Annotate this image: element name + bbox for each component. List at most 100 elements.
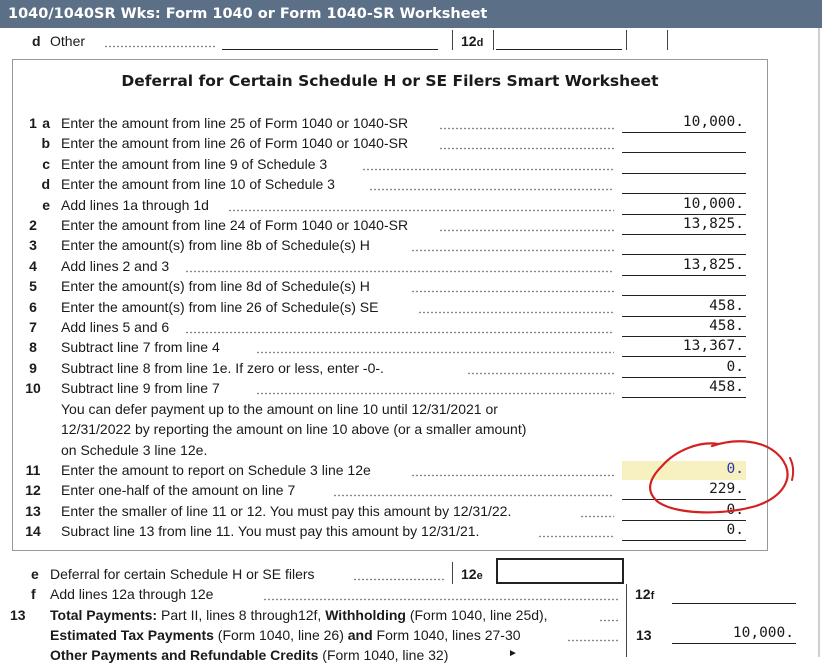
worksheet-line-description: Enter the amount from line 25 of Form 10… (61, 115, 409, 131)
worksheet-line-number: 11 (25, 462, 41, 478)
worksheet-line-number: 2 (29, 217, 37, 233)
worksheet-line-amount-field[interactable]: 458. (622, 318, 746, 337)
leader-dots (599, 619, 619, 622)
worksheet-line-description: Enter the smaller of line 11 or 12. You … (61, 503, 512, 519)
worksheet-line-letter: b (41, 135, 50, 151)
leader-dots (263, 598, 619, 601)
divider (667, 30, 668, 50)
line-14-label: Other Payments and Refundable Credits (F… (50, 647, 449, 663)
worksheet-line-description: Enter the amount from line 10 of Schedul… (61, 176, 335, 192)
line-12d-label: Other (50, 33, 86, 49)
worksheet-note-line: 12/31/2022 by reporting the amount on li… (61, 421, 527, 438)
line-12f-letter: f (31, 586, 36, 602)
line-12d-description-field[interactable] (222, 31, 438, 50)
worksheet-line-amount-field[interactable]: 0. (622, 522, 746, 541)
worksheet-line-description: Enter the amount from line 26 of Form 10… (61, 135, 409, 151)
worksheet-line-amount-field[interactable] (622, 277, 746, 296)
worksheet-line-number: 7 (29, 319, 37, 335)
worksheet-line-number: 14 (25, 523, 41, 539)
worksheet-line-amount-field[interactable]: 13,825. (622, 257, 746, 276)
leader-dots (418, 311, 614, 314)
worksheet-line-amount-field[interactable]: 10,000. (622, 196, 746, 215)
worksheet-line-number: 8 (29, 339, 37, 355)
leader-dots (411, 474, 614, 477)
worksheet-line-description: Enter the amount from line 24 of Form 10… (61, 217, 409, 233)
leader-dots (256, 392, 614, 395)
line-12d-number: 12d (461, 33, 484, 49)
worksheet-line-amount-field[interactable]: 0. (622, 359, 746, 378)
worksheet-line-amount-field[interactable]: 458. (622, 298, 746, 317)
worksheet-line-description: Enter the amount(s) from line 8d of Sche… (61, 278, 370, 294)
leader-dots (185, 331, 614, 334)
worksheet-line-amount-field[interactable]: 13,367. (622, 338, 746, 357)
worksheet-line-description: Enter the amount to report on Schedule 3… (61, 462, 371, 478)
leader-dots (369, 188, 614, 191)
line-13-number: 13 (10, 607, 26, 623)
leader-dots (411, 290, 614, 293)
worksheet-line-amount-field[interactable] (622, 236, 746, 255)
worksheet-line-letter: d (41, 176, 50, 192)
line-12d-letter: d (32, 33, 41, 49)
worksheet-line-number: 10 (25, 380, 41, 396)
divider (452, 562, 453, 584)
line-13-label: Total Payments: Part II, lines 8 through… (50, 607, 548, 623)
line-12e-number: 12e (461, 566, 483, 582)
divider (626, 30, 627, 50)
smart-worksheet-title: Deferral for Certain Schedule H or SE Fi… (121, 72, 659, 90)
worksheet-line-description: Enter one-half of the amount on line 7 (61, 482, 296, 498)
worksheet-line-number: 5 (29, 278, 37, 294)
scrollbar-track[interactable] (818, 28, 820, 657)
leader-dots (467, 372, 614, 375)
line-12f-amount-field[interactable] (672, 585, 796, 604)
worksheet-line-description: Subtract line 8 from line 1e. If zero or… (61, 360, 384, 376)
leader-dots (362, 168, 614, 171)
worksheet-line-amount-field[interactable] (622, 155, 746, 174)
divider (626, 584, 627, 657)
worksheet-line-description: Add lines 1a through 1d (61, 197, 209, 213)
leader-dots (185, 270, 614, 273)
worksheet-line-amount-field[interactable] (622, 175, 746, 194)
worksheet-line-number: 4 (29, 258, 37, 274)
worksheet-line-amount-field[interactable]: 13,825. (622, 216, 746, 235)
worksheet-line-number: 13 (25, 503, 41, 519)
leader-dots (439, 127, 614, 130)
worksheet-line-amount-field[interactable]: 458. (622, 379, 746, 398)
worksheet-line-description: Add lines 2 and 3 (61, 258, 170, 274)
arrow-right-icon: ► (508, 648, 518, 659)
leader-dots (411, 249, 614, 252)
line-13-total-payments-field[interactable]: 10,000. (672, 625, 796, 644)
worksheet-line-description: Add lines 5 and 6 (61, 319, 170, 335)
leader-dots (439, 229, 614, 232)
leader-dots (580, 515, 614, 518)
worksheet-line-letter: e (42, 197, 50, 213)
leader-dots (353, 578, 445, 581)
worksheet-line-number: 6 (29, 299, 37, 315)
worksheet-line-description: Subtract line 9 from line 7 (61, 380, 220, 396)
leader-dots (439, 147, 614, 150)
worksheet-line-description: Subract line 13 from line 11. You must p… (61, 523, 480, 539)
worksheet-line-letter: a (42, 115, 50, 131)
worksheet-line-amount-field[interactable] (622, 134, 746, 153)
worksheet-line-amount-field[interactable]: 10,000. (622, 114, 746, 133)
leader-dots (104, 45, 216, 48)
worksheet-line-letter: c (42, 156, 50, 172)
line-13-box-number: 13 (636, 627, 652, 643)
leader-dots (538, 535, 614, 538)
divider (452, 30, 453, 50)
worksheet-line-number: 12 (25, 482, 41, 498)
line-12f-number: 12f (635, 586, 655, 602)
leader-dots (256, 351, 614, 354)
leader-dots (333, 494, 614, 497)
window-title: 1040/1040SR Wks: Form 1040 or Form 1040-… (0, 0, 822, 28)
leader-dots (228, 209, 614, 212)
divider (493, 30, 494, 50)
line-12e-amount-field[interactable] (496, 558, 624, 584)
line-12d-amount-field[interactable] (496, 31, 622, 50)
worksheet-line-number: 3 (29, 237, 37, 253)
line-12e-label: Deferral for certain Schedule H or SE fi… (50, 566, 315, 582)
line-13-label-continued: Estimated Tax Payments (Form 1040, line … (50, 627, 521, 643)
worksheet-line-description: Enter the amount(s) from line 26 of Sche… (61, 299, 379, 315)
worksheet-note-line: on Schedule 3 line 12e. (61, 441, 208, 458)
worksheet-line-description: Subtract line 7 from line 4 (61, 339, 220, 355)
worksheet-note-line: You can defer payment up to the amount o… (61, 401, 498, 417)
